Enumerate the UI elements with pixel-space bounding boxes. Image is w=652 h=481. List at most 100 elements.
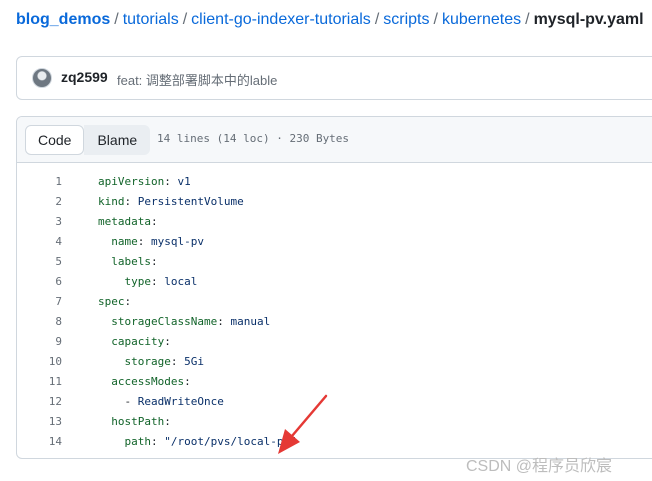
breadcrumb-separator: / bbox=[374, 11, 380, 28]
blame-tab[interactable]: Blame bbox=[84, 125, 151, 155]
breadcrumb-separator: / bbox=[525, 11, 530, 28]
yaml-punctuation: : bbox=[137, 234, 151, 248]
code-text: apiVersion: v1 bbox=[98, 175, 191, 188]
code-line: 13 hostPath: bbox=[17, 411, 652, 431]
yaml-punctuation: : bbox=[184, 374, 191, 388]
code-line: 14 path: "/root/pvs/local-pv" bbox=[17, 431, 652, 451]
breadcrumb-separator: / bbox=[182, 11, 188, 28]
latest-commit-bar: zq2599 feat: 调整部署脚本中的lable bbox=[16, 56, 652, 100]
yaml-punctuation: : bbox=[164, 174, 178, 188]
yaml-key: path bbox=[124, 434, 152, 448]
breadcrumb-repo-link[interactable]: blog_demos bbox=[16, 11, 110, 28]
yaml-punctuation: - bbox=[124, 394, 138, 408]
line-number[interactable]: 8 bbox=[17, 315, 62, 328]
code-line: 5 labels: bbox=[17, 251, 652, 271]
code-line: 10 storage: 5Gi bbox=[17, 351, 652, 371]
code-text: - ReadWriteOnce bbox=[98, 395, 224, 408]
yaml-key: hostPath bbox=[111, 414, 165, 428]
line-number[interactable]: 10 bbox=[17, 355, 62, 368]
yaml-punctuation: : bbox=[170, 354, 185, 368]
yaml-punctuation: : bbox=[151, 434, 165, 448]
watermark: CSDN @程序员欣宸 bbox=[466, 458, 613, 475]
code-text: labels: bbox=[98, 254, 158, 268]
code-line: 12 - ReadWriteOnce bbox=[17, 391, 652, 411]
breadcrumb-client-go-link[interactable]: client-go-indexer-tutorials bbox=[191, 11, 371, 28]
code-text: name: mysql-pv bbox=[98, 235, 204, 248]
yaml-key: type bbox=[124, 274, 152, 288]
line-number[interactable]: 9 bbox=[17, 335, 62, 348]
line-number[interactable]: 11 bbox=[17, 375, 62, 388]
code-line: 6 type: local bbox=[17, 271, 652, 291]
yaml-punctuation: : bbox=[164, 334, 171, 348]
code-text: storage: 5Gi bbox=[98, 355, 204, 368]
commit-author-link[interactable]: zq2599 bbox=[61, 69, 108, 85]
line-number[interactable]: 13 bbox=[17, 415, 62, 428]
code-view: 1 apiVersion: v1 2 kind: PersistentVolume 3 m… bbox=[17, 171, 652, 451]
line-number[interactable]: 3 bbox=[17, 215, 62, 228]
code-text: storageClassName: manual bbox=[98, 315, 270, 328]
code-line: 9 capacity: bbox=[17, 331, 652, 351]
code-text: capacity: bbox=[98, 335, 171, 348]
view-mode-toggle: Code Blame bbox=[25, 125, 151, 155]
code-line: 11 accessModes: bbox=[17, 371, 652, 391]
yaml-punctuation: : bbox=[124, 194, 138, 208]
line-number[interactable]: 7 bbox=[17, 295, 62, 308]
code-text: path: "/root/pvs/local-pv" bbox=[98, 435, 297, 448]
yaml-value: PersistentVolume bbox=[137, 194, 244, 208]
breadcrumb-scripts-link[interactable]: scripts bbox=[383, 11, 429, 28]
yaml-punctuation: : bbox=[151, 274, 165, 288]
code-text: spec: bbox=[98, 295, 131, 308]
breadcrumb-tutorials-link[interactable]: tutorials bbox=[123, 11, 179, 28]
breadcrumb-separator: / bbox=[433, 11, 438, 28]
file-header: Code Blame 14 lines (14 loc) · 230 Bytes bbox=[17, 117, 652, 163]
code-line: 2 kind: PersistentVolume bbox=[17, 191, 652, 211]
yaml-value: mysql-pv bbox=[151, 234, 204, 248]
code-line: 1 apiVersion: v1 bbox=[17, 171, 652, 191]
yaml-punctuation: : bbox=[164, 414, 171, 428]
avatar[interactable] bbox=[32, 68, 52, 88]
line-number[interactable]: 5 bbox=[17, 255, 62, 268]
code-text: type: local bbox=[98, 274, 198, 288]
code-line: 4 name: mysql-pv bbox=[17, 231, 652, 251]
code-line: 8 storageClassName: manual bbox=[17, 311, 652, 331]
code-line: 7 spec: bbox=[17, 291, 652, 311]
yaml-value: local bbox=[164, 274, 198, 288]
code-tab[interactable]: Code bbox=[25, 125, 85, 155]
yaml-value: 5Gi bbox=[184, 354, 204, 368]
yaml-punctuation: : bbox=[151, 254, 158, 268]
yaml-key: accessModes bbox=[111, 374, 185, 388]
yaml-punctuation: : bbox=[150, 214, 158, 228]
line-number[interactable]: 6 bbox=[17, 275, 62, 288]
commit-message-link[interactable]: feat: 调整部署脚本中的lable bbox=[117, 70, 277, 89]
file-info: 14 lines (14 loc) · 230 Bytes bbox=[157, 132, 350, 145]
yaml-key: spec bbox=[98, 294, 125, 308]
yaml-key: capacity bbox=[111, 334, 165, 348]
file-viewer: Code Blame 14 lines (14 loc) · 230 Bytes… bbox=[16, 116, 652, 459]
yaml-key: storageClassName bbox=[111, 314, 218, 328]
yaml-key: metadata bbox=[98, 214, 151, 228]
line-number[interactable]: 12 bbox=[17, 395, 62, 408]
code-text: accessModes: bbox=[98, 374, 191, 388]
line-number[interactable]: 2 bbox=[17, 195, 62, 208]
yaml-key: name bbox=[111, 234, 138, 248]
yaml-value: ReadWriteOnce bbox=[137, 394, 224, 408]
yaml-value: v1 bbox=[177, 174, 191, 188]
annotation-arrow-icon bbox=[278, 394, 328, 454]
yaml-key: labels bbox=[111, 254, 151, 268]
line-number[interactable]: 14 bbox=[17, 435, 62, 448]
line-number[interactable]: 4 bbox=[17, 235, 62, 248]
yaml-value: manual bbox=[230, 314, 271, 328]
code-text: metadata: bbox=[98, 215, 158, 228]
line-number[interactable]: 1 bbox=[17, 175, 62, 188]
breadcrumb-kubernetes-link[interactable]: kubernetes bbox=[442, 11, 521, 28]
